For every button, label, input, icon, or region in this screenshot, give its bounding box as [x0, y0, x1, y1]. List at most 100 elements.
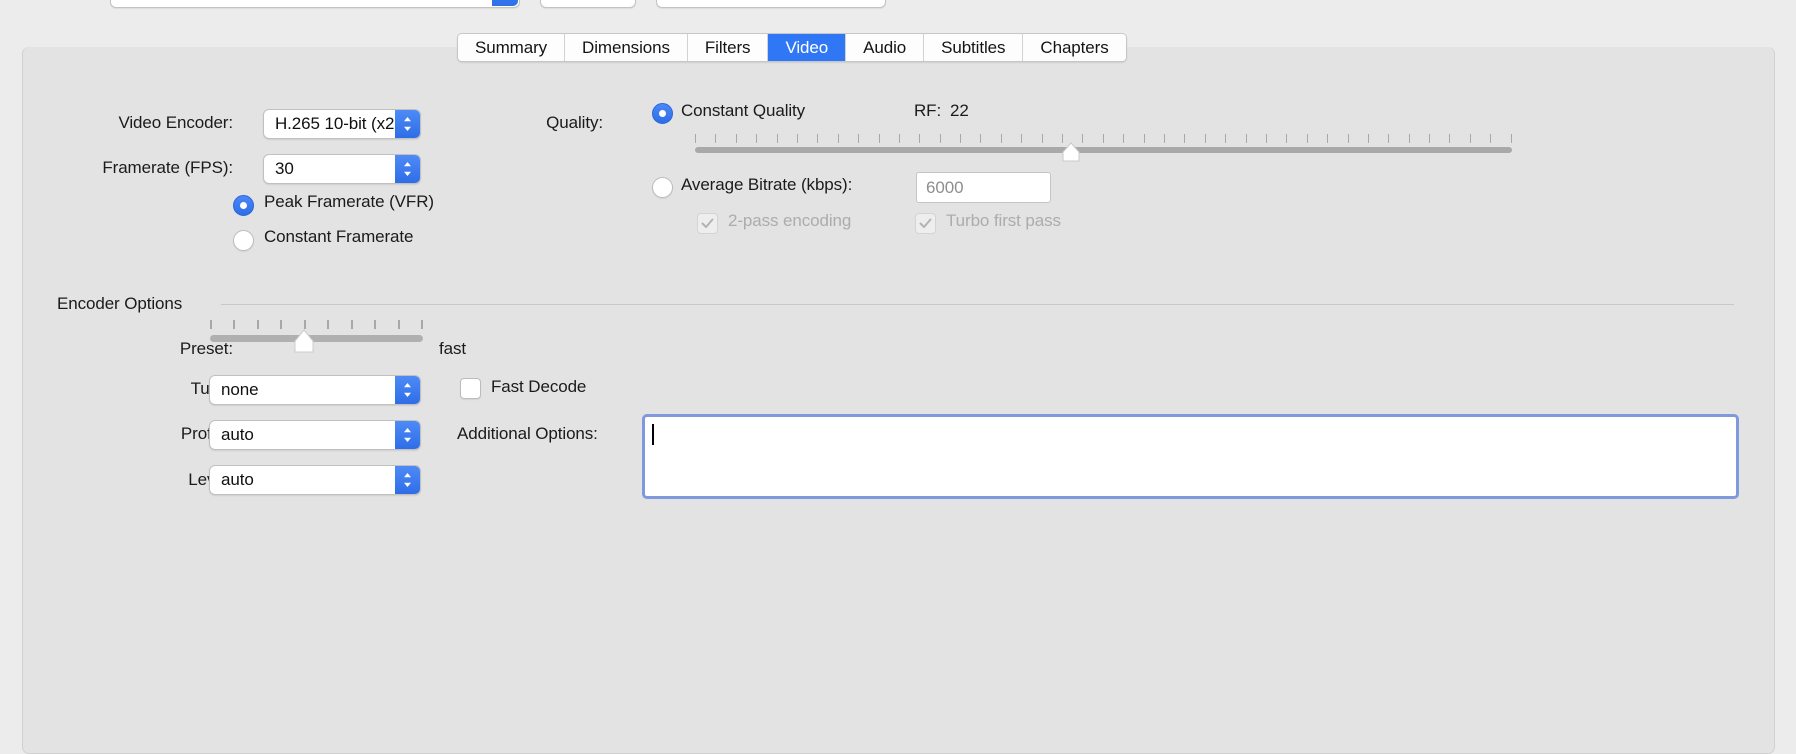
check-icon [919, 218, 932, 228]
bitrate-value: 6000 [926, 178, 964, 197]
tick-mark [1306, 134, 1308, 143]
tab-audio[interactable]: Audio [846, 34, 925, 61]
clipped-top-row [0, 0, 1796, 22]
tick-mark [715, 134, 717, 143]
check-icon [701, 218, 714, 228]
framerate-select[interactable]: 30 [263, 154, 421, 184]
tab-summary[interactable]: Summary [458, 34, 566, 61]
tick-mark [1388, 134, 1390, 143]
tick-mark [1225, 134, 1227, 143]
tick-mark [327, 320, 330, 329]
chevron-updown-icon [395, 421, 420, 449]
chevron-updown-icon [395, 155, 420, 183]
tick-mark [817, 134, 819, 143]
tick-mark [1449, 134, 1451, 143]
rf-slider-ticks [695, 134, 1512, 143]
tick-mark [796, 134, 798, 143]
preset-slider[interactable] [210, 320, 423, 353]
peak-framerate-label: Peak Framerate (VFR) [264, 192, 434, 211]
tick-mark [1021, 134, 1023, 143]
profile-select[interactable]: auto [209, 420, 421, 450]
preset-label: Preset: [179, 339, 233, 358]
tick-mark [1510, 134, 1512, 143]
tick-mark [919, 134, 921, 143]
tick-mark [1000, 134, 1002, 143]
encoder-options-title: Encoder Options [57, 294, 183, 313]
tick-mark [837, 134, 839, 143]
tab-dimensions[interactable]: Dimensions [565, 34, 688, 61]
bitrate-input[interactable]: 6000 [916, 172, 1051, 203]
level-select[interactable]: auto [209, 465, 421, 495]
tick-mark [1265, 134, 1267, 143]
tick-mark [350, 320, 353, 329]
tune-label: Tune: [63, 379, 233, 399]
tick-mark [303, 320, 306, 329]
tick-mark [256, 320, 259, 329]
additional-options-label: Additional Options: [457, 424, 598, 443]
chevron-updown-icon [395, 110, 420, 138]
radio-average-bitrate[interactable] [652, 177, 673, 198]
checkbox-fast-decode[interactable] [460, 378, 481, 399]
radio-constant-framerate[interactable] [233, 230, 254, 251]
tick-mark [1408, 134, 1410, 143]
clipped-button-2[interactable] [656, 0, 886, 8]
tick-mark [233, 320, 236, 329]
framerate-label: Framerate (FPS): [102, 158, 233, 177]
radio-peak-framerate[interactable] [233, 195, 254, 216]
profile-label: Profile: [180, 424, 233, 443]
video-encoder-label: Video Encoder: [118, 113, 233, 132]
tick-mark [397, 320, 400, 329]
turbo-first-pass-label: Turbo first pass [946, 211, 1061, 230]
clipped-popup-1[interactable] [110, 0, 520, 8]
tick-mark [960, 134, 962, 143]
tick-mark [1102, 134, 1104, 143]
checkbox-two-pass-encoding[interactable] [697, 213, 718, 234]
rf-slider-thumb[interactable] [1062, 142, 1080, 162]
additional-options-input[interactable] [642, 414, 1739, 499]
rf-slider-track [695, 147, 1512, 153]
radio-constant-quality[interactable] [652, 103, 673, 124]
tab-video[interactable]: Video [768, 34, 847, 61]
video-encoder-select[interactable]: H.265 10-bit (x265) [263, 109, 421, 139]
encoder-options-divider [221, 304, 1734, 305]
level-value: auto [221, 470, 254, 489]
constant-framerate-label: Constant Framerate [264, 227, 414, 246]
tab-subtitles[interactable]: Subtitles [924, 34, 1024, 61]
chevron-updown-icon [395, 466, 420, 494]
tick-mark [1163, 134, 1165, 143]
tick-mark [695, 134, 696, 143]
tick-mark [280, 320, 283, 329]
preset-slider-thumb[interactable] [293, 329, 315, 353]
tick-mark [939, 134, 941, 143]
rf-label: RF: [914, 101, 942, 120]
preset-slider-track [210, 335, 423, 342]
tick-mark [980, 134, 982, 143]
chevron-updown-icon [395, 376, 420, 404]
tick-mark [1429, 134, 1431, 143]
tick-mark [210, 320, 212, 329]
tune-value: none [221, 380, 259, 399]
average-bitrate-label: Average Bitrate (kbps): [681, 175, 853, 194]
tab-filters[interactable]: Filters [687, 34, 769, 61]
tick-mark [1469, 134, 1471, 143]
clipped-button-1[interactable] [540, 0, 636, 8]
tick-mark [1082, 134, 1084, 143]
tick-mark [1347, 134, 1349, 143]
tune-select[interactable]: none [209, 375, 421, 405]
checkbox-turbo-first-pass[interactable] [915, 213, 936, 234]
tick-mark [735, 134, 737, 143]
quality-label: Quality: [546, 113, 603, 132]
tab-chapters[interactable]: Chapters [1023, 34, 1126, 61]
tick-mark [1184, 134, 1186, 143]
video-settings-panel: Video Encoder: H.265 10-bit (x265) Frame… [22, 47, 1775, 754]
tick-mark [420, 320, 423, 329]
framerate-value: 30 [275, 159, 294, 178]
tick-mark [1123, 134, 1125, 143]
preset-slider-ticks [210, 320, 423, 329]
constant-quality-label: Constant Quality [681, 101, 806, 120]
tab-bar: Summary Dimensions Filters Video Audio S… [457, 33, 1127, 62]
stepper-icon [492, 0, 518, 6]
rf-slider[interactable] [695, 134, 1512, 162]
tick-mark [374, 320, 377, 329]
fast-decode-label: Fast Decode [491, 377, 587, 396]
